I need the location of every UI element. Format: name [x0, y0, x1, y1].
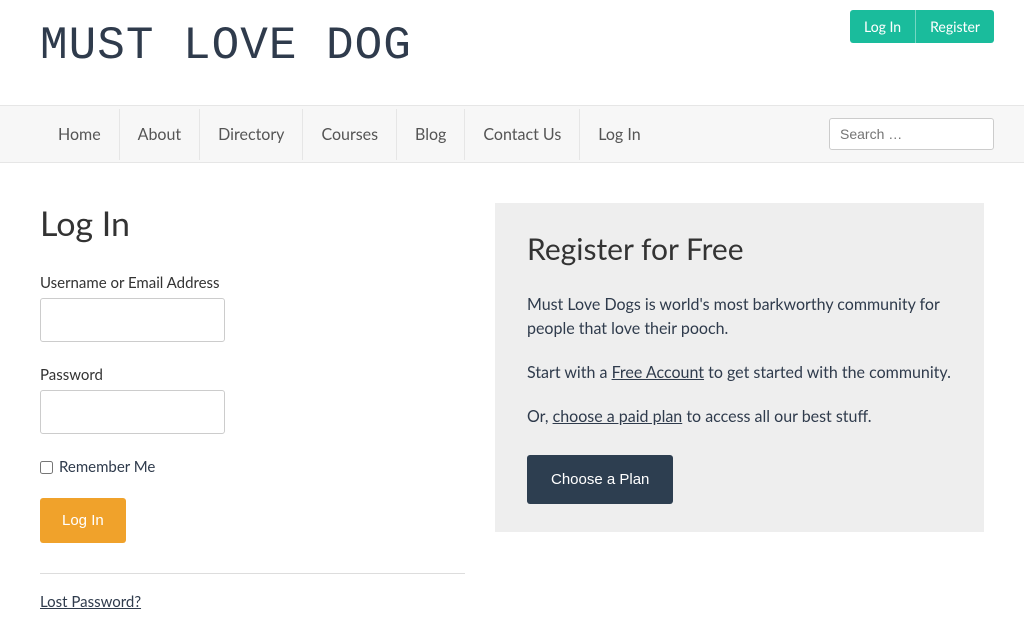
- paid-suffix-text: to access all our best stuff.: [682, 407, 871, 426]
- login-heading: Log In: [40, 203, 465, 244]
- main-nav: Home About Directory Courses Blog Contac…: [40, 109, 659, 160]
- free-suffix-text: to get started with the community.: [704, 363, 951, 382]
- auth-button-group: Log In Register: [850, 10, 994, 43]
- site-logo[interactable]: MUST LOVE DOGS: [40, 10, 410, 85]
- password-label: Password: [40, 366, 465, 384]
- svg-text:MUST LOVE DOGS: MUST LOVE DOGS: [40, 20, 410, 72]
- paid-plan-link[interactable]: choose a paid plan: [553, 407, 683, 426]
- username-input[interactable]: [40, 298, 225, 342]
- register-heading: Register for Free: [527, 231, 952, 267]
- free-account-link[interactable]: Free Account: [612, 363, 704, 382]
- register-free-line: Start with a Free Account to get started…: [527, 361, 952, 385]
- register-intro: Must Love Dogs is world's most barkworth…: [527, 293, 952, 341]
- remember-checkbox[interactable]: [40, 461, 53, 474]
- register-top-button[interactable]: Register: [915, 10, 994, 43]
- paid-prefix-text: Or,: [527, 407, 553, 426]
- nav-item-blog[interactable]: Blog: [397, 109, 465, 160]
- free-prefix-text: Start with a: [527, 363, 612, 382]
- login-top-button[interactable]: Log In: [850, 10, 915, 43]
- nav-item-contact[interactable]: Contact Us: [465, 109, 580, 160]
- search-input[interactable]: [829, 118, 994, 150]
- login-submit-button[interactable]: Log In: [40, 498, 126, 543]
- lost-password-link[interactable]: Lost Password?: [40, 593, 141, 611]
- remember-label: Remember Me: [59, 458, 155, 476]
- register-paid-line: Or, choose a paid plan to access all our…: [527, 405, 952, 429]
- username-label: Username or Email Address: [40, 274, 465, 292]
- password-input[interactable]: [40, 390, 225, 434]
- nav-item-about[interactable]: About: [120, 109, 201, 160]
- nav-item-courses[interactable]: Courses: [303, 109, 397, 160]
- divider: [40, 573, 465, 574]
- nav-item-home[interactable]: Home: [40, 109, 120, 160]
- nav-item-directory[interactable]: Directory: [200, 109, 303, 160]
- choose-plan-button[interactable]: Choose a Plan: [527, 455, 673, 504]
- nav-item-login[interactable]: Log In: [580, 109, 658, 160]
